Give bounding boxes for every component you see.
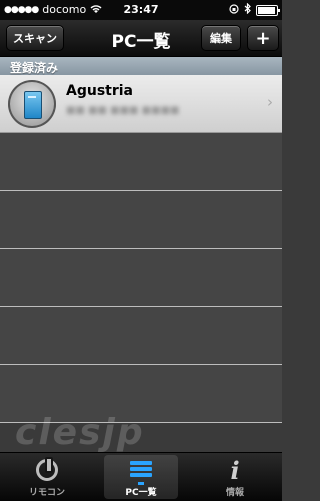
empty-list-row	[0, 133, 282, 191]
navigation-bar: スキャン PC一覧 編集 +	[0, 20, 282, 57]
status-right	[229, 2, 280, 17]
tab-bar: リモコン PC一覧 i 情報	[0, 452, 282, 501]
tab-remote-label: リモコン	[28, 488, 65, 498]
edit-button[interactable]: 編集	[201, 25, 241, 51]
tab-info-label: 情報	[225, 488, 244, 498]
battery-icon	[256, 4, 280, 16]
rotation-lock-icon	[229, 3, 239, 17]
bluetooth-icon	[244, 2, 251, 17]
watermark-logo: clesjp	[15, 412, 145, 453]
tab-pc-list[interactable]: PC一覧	[94, 453, 188, 501]
empty-list-row	[0, 249, 282, 307]
empty-list-row	[0, 307, 282, 365]
tab-remote[interactable]: リモコン	[0, 453, 94, 501]
section-header-label: 登録済み	[10, 61, 59, 75]
pc-list-item[interactable]: Agustria ■■ ■■ ■■■ ■■■■ ›	[0, 75, 282, 133]
pc-list-icon	[130, 461, 152, 485]
pc-tower-icon	[8, 80, 56, 128]
chevron-right-icon: ›	[267, 93, 273, 111]
tab-info[interactable]: i 情報	[188, 453, 282, 501]
section-header-registered: 登録済み	[0, 57, 282, 75]
add-pc-button[interactable]: +	[247, 25, 279, 51]
pc-detail: ■■ ■■ ■■■ ■■■■	[66, 105, 180, 116]
info-icon: i	[230, 456, 240, 485]
status-bar: ●●●●● docomo 23:47	[0, 0, 282, 20]
power-icon	[36, 457, 58, 481]
tab-pc-list-label: PC一覧	[125, 488, 157, 498]
pc-name: Agustria	[66, 83, 133, 99]
empty-list-row	[0, 191, 282, 249]
